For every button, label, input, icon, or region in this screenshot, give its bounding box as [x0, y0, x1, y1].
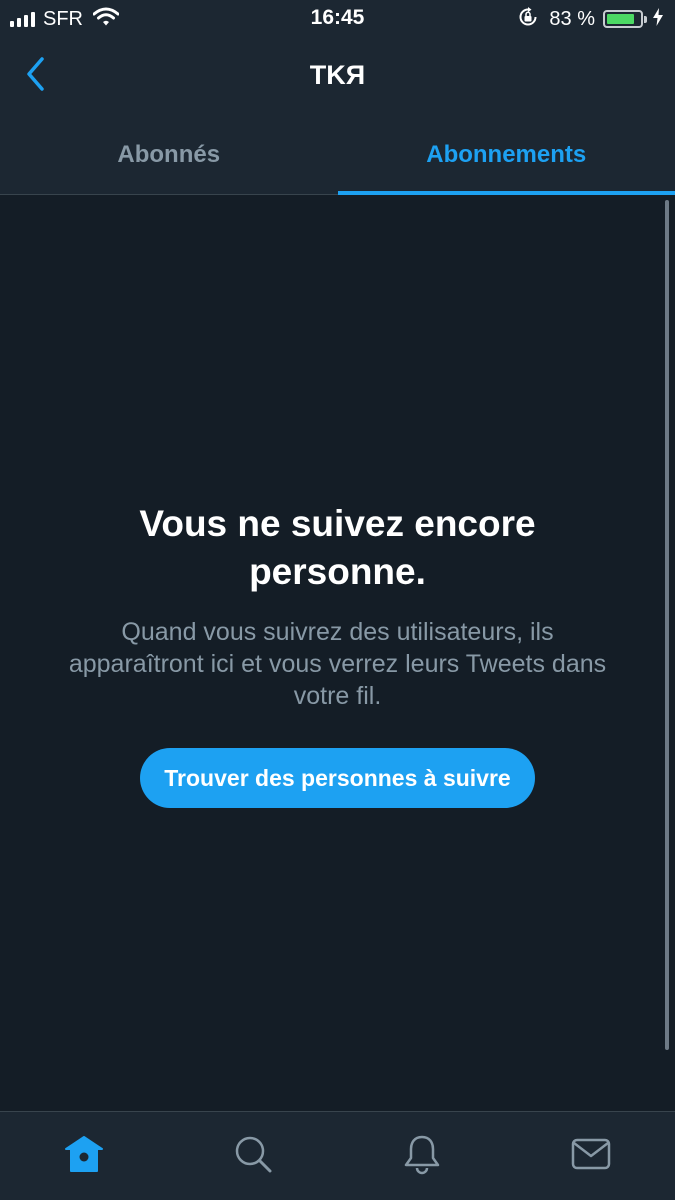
tab-bar-messages[interactable] — [506, 1112, 675, 1200]
orientation-lock-icon — [517, 6, 539, 33]
battery-level-fill — [607, 14, 634, 24]
status-bar: SFR 16:45 83 % — [0, 0, 675, 40]
active-tab-indicator — [337, 191, 675, 195]
battery-icon — [603, 10, 643, 28]
tabs: Abonnés Abonnements — [0, 116, 675, 195]
tab-followers-label: Abonnés — [117, 141, 221, 168]
nav-header: TKЯ — [0, 40, 675, 116]
tab-followers[interactable]: Abonnés — [0, 116, 338, 194]
charging-bolt-icon — [653, 7, 663, 31]
app-screen: SFR 16:45 83 % TKЯ Abonnés Abonnements V… — [0, 0, 675, 1200]
find-people-button[interactable]: Trouver des personnes à suivre — [140, 748, 535, 808]
status-right: 83 % — [517, 6, 663, 32]
page-title: TKЯ — [309, 60, 366, 90]
home-icon — [64, 1134, 104, 1179]
tab-bar-home[interactable] — [0, 1112, 169, 1200]
tab-following[interactable]: Abonnements — [337, 116, 675, 195]
empty-state-description: Quand vous suivrez des utilisateurs, ils… — [68, 618, 607, 710]
scrollbar[interactable] — [665, 200, 669, 1050]
empty-state-title: Vous ne suivez encore personne. — [139, 503, 536, 592]
bottom-tab-bar — [0, 1111, 675, 1200]
search-icon — [233, 1134, 273, 1179]
battery-percent: 83 % — [549, 7, 595, 30]
bell-icon — [402, 1133, 442, 1180]
tab-following-label: Abonnements — [426, 141, 587, 168]
tab-bar-notifications[interactable] — [338, 1112, 507, 1200]
battery-nub — [644, 15, 647, 23]
tab-bar-search[interactable] — [169, 1112, 338, 1200]
empty-state: Vous ne suivez encore personne. Quand vo… — [60, 500, 615, 808]
mail-icon — [571, 1137, 611, 1176]
